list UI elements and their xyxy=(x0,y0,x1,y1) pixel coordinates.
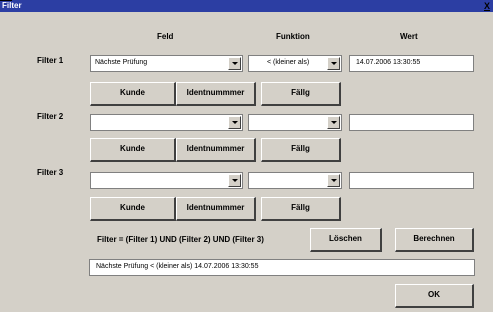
chevron-down-icon[interactable] xyxy=(327,174,340,187)
header-feld: Feld xyxy=(157,32,174,41)
loeschen-button[interactable]: Löschen xyxy=(310,228,382,252)
filter-2-label: Filter 2 xyxy=(37,112,64,121)
dialog-body: Feld Funktion Wert Filter 1 Nächste Prüf… xyxy=(0,12,493,312)
result-field[interactable]: Nächste Prüfung < (kleiner als) 14.07.20… xyxy=(89,259,475,276)
filter-1-wert-value: 14.07.2006 13:30:55 xyxy=(356,59,421,66)
filter-3-kunde-button[interactable]: Kunde xyxy=(90,197,176,221)
header-funktion: Funktion xyxy=(276,32,310,41)
window-title: Filter xyxy=(2,1,22,10)
filter-2-kunde-button[interactable]: Kunde xyxy=(90,138,176,162)
result-text: Nächste Prüfung < (kleiner als) 14.07.20… xyxy=(96,263,259,270)
filter-3-wert-input[interactable] xyxy=(349,172,474,189)
filter-3-faellig-button[interactable]: Fällg xyxy=(261,197,341,221)
filter-1-feld-value: Nächste Prüfung xyxy=(95,59,148,66)
filter-3-identnummer-button[interactable]: Identnummmer xyxy=(176,197,256,221)
filter-2-identnummer-button[interactable]: Identnummmer xyxy=(176,138,256,162)
filter-2-faellig-button[interactable]: Fällg xyxy=(261,138,341,162)
filter-1-wert-input[interactable]: 14.07.2006 13:30:55 xyxy=(349,55,474,72)
top-edge-line xyxy=(0,0,12,1)
filter-1-funktion-value: < (kleiner als) xyxy=(267,59,310,66)
chevron-down-icon[interactable] xyxy=(228,57,241,70)
chevron-down-icon[interactable] xyxy=(327,116,340,129)
ok-button[interactable]: OK xyxy=(395,284,474,308)
filter-2-funktion-combo[interactable] xyxy=(248,114,342,131)
header-wert: Wert xyxy=(400,32,418,41)
berechnen-button[interactable]: Berechnen xyxy=(395,228,474,252)
filter-formula: Filter = (Filter 1) UND (Filter 2) UND (… xyxy=(97,235,264,244)
chevron-down-icon[interactable] xyxy=(228,174,241,187)
filter-2-wert-input[interactable] xyxy=(349,114,474,131)
filter-1-identnummer-button[interactable]: Identnummmer xyxy=(176,82,256,106)
filter-3-feld-combo[interactable] xyxy=(90,172,243,189)
filter-1-label: Filter 1 xyxy=(37,56,64,65)
filter-1-faellig-button[interactable]: Fällg xyxy=(261,82,341,106)
title-bar: Filter xyxy=(0,0,493,12)
chevron-down-icon[interactable] xyxy=(228,116,241,129)
filter-2-feld-combo[interactable] xyxy=(90,114,243,131)
filter-3-funktion-combo[interactable] xyxy=(248,172,342,189)
chevron-down-icon[interactable] xyxy=(327,57,340,70)
filter-1-feld-combo[interactable]: Nächste Prüfung xyxy=(90,55,243,72)
filter-1-kunde-button[interactable]: Kunde xyxy=(90,82,176,106)
filter-1-funktion-combo[interactable]: < (kleiner als) xyxy=(248,55,342,72)
filter-3-label: Filter 3 xyxy=(37,168,64,177)
